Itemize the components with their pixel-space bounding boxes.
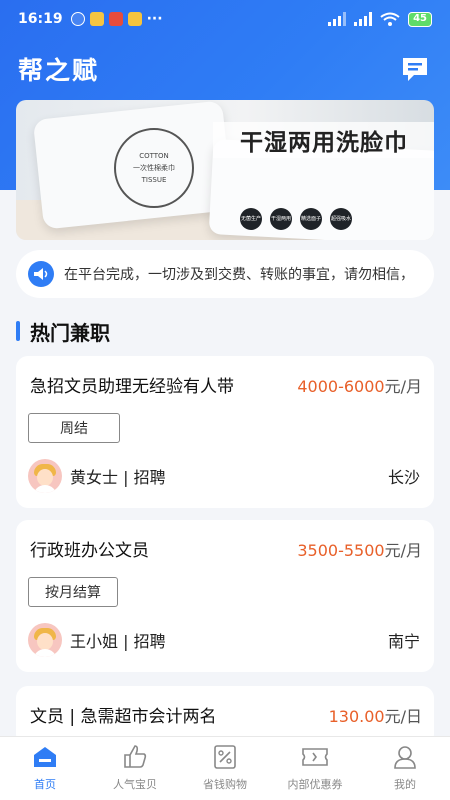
- user-icon: [391, 743, 419, 771]
- nav-label: 我的: [394, 778, 416, 791]
- battery-indicator: 45: [408, 11, 432, 27]
- status-bar: 16:19 ··· 45: [0, 0, 450, 38]
- notification-icon: [70, 12, 85, 26]
- pack-label-line: TISSUE: [141, 176, 167, 184]
- notice-text: 在平台完成，一切涉及到交费、转账的事宜，请勿相信，: [64, 267, 414, 283]
- nav-label: 人气宝贝: [113, 778, 157, 791]
- signal-icon: [328, 12, 347, 26]
- job-title: 急招文员助理无经验有人带: [30, 377, 234, 397]
- status-time: 16:19: [18, 11, 63, 27]
- job-city: 南宁: [387, 632, 420, 651]
- home-icon: [31, 743, 59, 771]
- section-header: 热门兼职: [16, 316, 110, 346]
- more-notifications-icon: ···: [146, 11, 163, 27]
- avatar: [28, 459, 62, 493]
- app-title: 帮之赋: [18, 56, 100, 85]
- job-title: 行政班办公文员: [30, 541, 149, 561]
- pack-label-line: 一次性棉柔巾: [133, 164, 175, 172]
- avatar: [28, 623, 62, 657]
- feature-badge: 精选面子: [300, 208, 322, 230]
- recruiter-name: 黄女士 | 招聘: [70, 468, 166, 487]
- section-title: 热门兼职: [30, 320, 110, 345]
- message-button[interactable]: [398, 52, 432, 86]
- job-salary: 4000-6000元/月: [297, 373, 422, 397]
- salary-unit: 元/月: [384, 540, 422, 560]
- nav-profile[interactable]: 我的: [360, 737, 450, 800]
- feature-badge: 无菌生产: [240, 208, 262, 230]
- promo-banner[interactable]: 干湿两用洗脸巾: [16, 100, 434, 240]
- job-title: 文员 | 急需超市会计两名: [30, 707, 217, 727]
- speaker-icon: [28, 261, 54, 287]
- nav-shopping[interactable]: 省钱购物: [180, 737, 270, 800]
- pack-label-line: COTTON: [139, 152, 169, 160]
- salary-amount: 4000-6000: [297, 376, 385, 396]
- nav-popular[interactable]: 人气宝贝: [90, 737, 180, 800]
- job-tag: 按月结算: [28, 577, 118, 607]
- job-city: 长沙: [387, 468, 420, 487]
- bottom-navigation: 首页 人气宝贝 省钱购物 内部优惠券 我的: [0, 736, 450, 800]
- thumbs-up-icon: [121, 743, 149, 771]
- section-marker: [16, 321, 20, 341]
- feature-badges: 无菌生产 干湿两用 精选面子 超强吸水: [240, 208, 352, 230]
- salary-amount: 130.00: [328, 706, 385, 726]
- job-salary: 130.00元/日: [329, 703, 422, 727]
- salary-unit: 元/月: [384, 376, 422, 396]
- nav-coupons[interactable]: 内部优惠券: [270, 737, 360, 800]
- app-notification-icon: [108, 12, 123, 26]
- wifi-icon: [380, 12, 400, 26]
- recruiter-name: 王小姐 | 招聘: [70, 632, 166, 651]
- message-notification-icon: [127, 12, 142, 26]
- salary-unit: 元/日: [384, 706, 422, 726]
- chat-icon: [403, 58, 427, 81]
- job-salary: 3500-5500元/月: [297, 537, 422, 561]
- job-tag: 周结: [28, 413, 120, 443]
- app-bar: 帮之赋: [0, 44, 450, 94]
- pack-label: COTTON 一次性棉柔巾 TISSUE: [114, 128, 194, 208]
- job-card[interactable]: 急招文员助理无经验有人带 4000-6000元/月 周结 黄女士 | 招聘 长沙: [16, 356, 434, 508]
- signal-hd-icon: [354, 12, 373, 26]
- app-notification-icon: [89, 12, 104, 26]
- notice-bar[interactable]: 在平台完成，一切涉及到交费、转账的事宜，请勿相信，: [16, 250, 434, 298]
- nav-home[interactable]: 首页: [0, 737, 90, 800]
- feature-badge: 超强吸水: [330, 208, 352, 230]
- nav-label: 首页: [34, 778, 56, 791]
- discount-icon: [211, 743, 239, 771]
- job-card[interactable]: 行政班办公文员 3500-5500元/月 按月结算 王小姐 | 招聘 南宁: [16, 520, 434, 672]
- nav-label: 省钱购物: [203, 778, 247, 791]
- feature-badge: 干湿两用: [270, 208, 292, 230]
- banner-title: 干湿两用洗脸巾: [213, 122, 434, 158]
- nav-label: 内部优惠券: [287, 778, 343, 791]
- coupon-icon: [301, 743, 329, 771]
- salary-amount: 3500-5500: [297, 540, 385, 560]
